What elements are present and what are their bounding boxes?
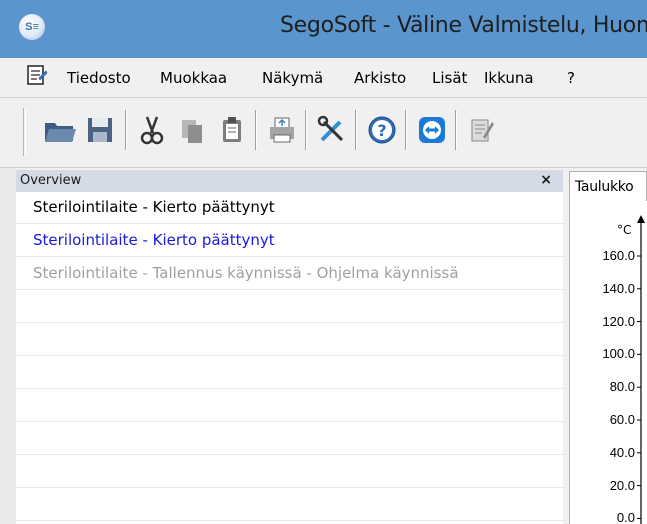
document-menu-icon[interactable] [26,64,48,86]
list-item[interactable] [16,357,563,389]
menu-help[interactable]: ? [567,69,575,87]
list-item[interactable]: Sterilointilaite - Kierto päättynyt [16,192,563,224]
list-item[interactable] [16,390,563,422]
menu-tiedosto[interactable]: Tiedosto [67,69,131,87]
window-frame-left [0,168,16,524]
list-item-text: Sterilointilaite - Kierto päättynyt [33,198,275,216]
chart-frame: °C 160.0 140.0 120.0 100.0 80.0 60.0 40.0 20.0 0… [569,201,647,524]
y-tick-label: 0.0 [616,510,635,524]
y-tick-label: 100.0 [602,346,635,362]
y-tick-label: 80.0 [609,379,635,395]
toolbar-separator [355,110,357,150]
overview-header: Overview × [16,170,563,192]
list-item[interactable] [16,489,563,521]
edit-document-icon[interactable] [462,110,502,150]
y-tick-label: 120.0 [602,313,635,329]
overview-title: Overview [20,173,82,188]
segosoft-logo-icon[interactable]: S≡ [19,14,45,40]
list-item[interactable]: Sterilointilaite - Kierto päättynyt [16,225,563,257]
toolbar-separator [405,110,407,150]
toolbar-separator [455,110,457,150]
tools-icon[interactable] [312,110,352,150]
toolbar: ? [0,98,647,168]
menu-arkisto[interactable]: Arkisto [354,69,406,87]
y-tick-label: 60.0 [609,412,635,427]
y-tick-label: 140.0 [602,280,635,296]
print-icon[interactable] [262,110,302,150]
cut-icon[interactable] [132,110,172,150]
y-tick-label: 40.0 [609,444,635,460]
y-axis-arrow [637,215,645,223]
open-folder-icon[interactable] [40,110,80,150]
tab-taulukko[interactable]: Taulukko [569,171,647,201]
list-item[interactable] [16,423,563,455]
tab-label: Taulukko [575,179,634,195]
window-title: SegoSoft - Väline Valmistelu, Huom [280,13,647,38]
title-bar[interactable]: S≡ SegoSoft - Väline Valmistelu, Huom [0,0,647,58]
chart-panel: Taulukko °C 160.0 140.0 120.0 100.0 80.0 60.0… [563,168,647,524]
menu-ikkuna[interactable]: Ikkuna [484,69,534,87]
y-tick-label: 20.0 [609,477,635,493]
list-item[interactable]: Sterilointilaite - Tallennus käynnissä -… [16,258,563,290]
list-item-text: Sterilointilaite - Tallennus käynnissä -… [33,264,459,282]
list-item-text: Sterilointilaite - Kierto päättynyt [33,231,275,249]
toolbar-separator [305,110,307,150]
menu-nakyma[interactable]: Näkymä [262,69,323,87]
toolbar-separator [255,110,257,150]
list-item[interactable] [16,324,563,356]
menu-lisat[interactable]: Lisät [432,69,467,87]
list-item[interactable] [16,456,563,488]
paste-icon[interactable] [212,110,252,150]
toolbar-separator [125,110,127,150]
close-icon[interactable]: × [540,172,552,188]
remote-support-icon[interactable] [412,110,452,150]
svg-text:?: ? [377,121,386,140]
copy-icon[interactable] [172,110,212,150]
list-item[interactable] [16,291,563,323]
help-icon[interactable]: ? [362,110,402,150]
menu-muokkaa[interactable]: Muokkaa [160,69,227,87]
save-icon[interactable] [80,110,120,150]
toolbar-grip[interactable] [23,108,26,156]
menu-bar: Tiedosto Muokkaa Näkymä Arkisto Lisät Ik… [0,58,647,98]
overview-panel: Overview × Sterilointilaite - Kierto pää… [16,170,563,524]
y-tick-label: 160.0 [602,248,635,263]
